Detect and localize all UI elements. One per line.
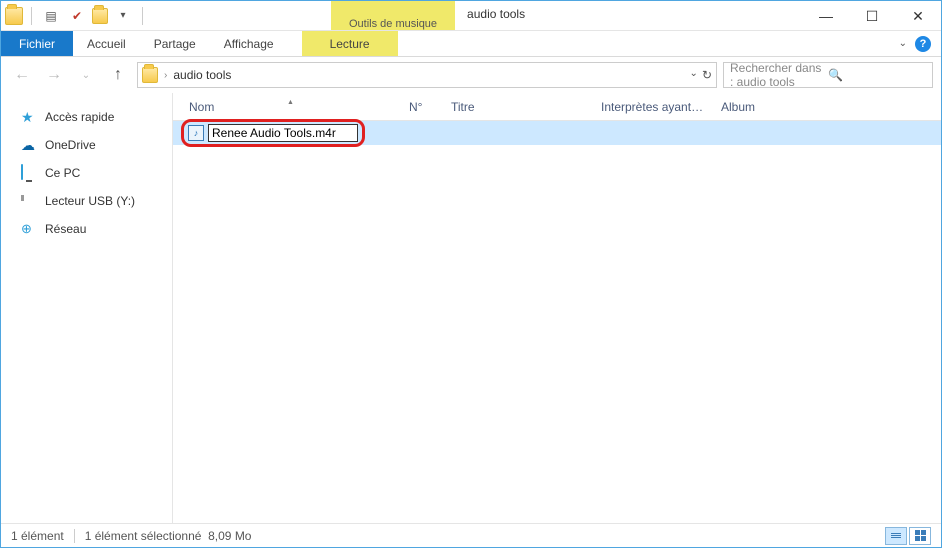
status-item-count: 1 élément (11, 529, 64, 543)
minimize-button[interactable]: — (803, 1, 849, 31)
titlebar: ▤ ✔ ▾ Outils de musique audio tools — ☐ … (1, 1, 941, 31)
tab-view[interactable]: Affichage (210, 31, 288, 56)
rename-input[interactable] (208, 124, 358, 142)
sidebar-item-onedrive[interactable]: ☁ OneDrive (1, 131, 172, 159)
file-list-pane: Nom ▲ N° Titre Interprètes ayant p... Al… (173, 93, 941, 523)
qat-newfolder-icon[interactable] (92, 8, 108, 24)
tab-play[interactable]: Lecture (302, 31, 398, 56)
app-folder-icon (5, 7, 23, 25)
qat-check-icon[interactable]: ✔ (66, 5, 88, 27)
qat-properties-icon[interactable]: ▤ (40, 5, 62, 27)
nav-recent-icon[interactable]: ⌄ (73, 62, 99, 88)
refresh-icon[interactable]: ↻ (702, 68, 712, 82)
navbar: ← → ⌄ ↑ › audio tools ⌄ ↻ Rechercher dan… (1, 57, 941, 93)
maximize-button[interactable]: ☐ (849, 1, 895, 31)
search-icon: 🔍 (828, 68, 926, 82)
nav-up-button[interactable]: ↑ (105, 62, 131, 88)
usb-icon (21, 193, 37, 209)
monitor-icon (21, 165, 37, 181)
qat-customize-icon[interactable]: ▾ (112, 5, 134, 27)
sidebar-item-label: Lecteur USB (Y:) (45, 194, 135, 208)
breadcrumb-sep-icon[interactable]: › (164, 70, 167, 81)
file-row[interactable]: ♪ (173, 121, 941, 145)
search-placeholder: Rechercher dans : audio tools (730, 61, 828, 89)
ribbon-tabs: Fichier Accueil Partage Affichage Lectur… (1, 31, 941, 57)
tab-share[interactable]: Partage (140, 31, 210, 56)
help-icon[interactable]: ? (915, 36, 931, 52)
contextual-tab-label: Outils de musique (331, 1, 455, 30)
status-bar: 1 élément 1 élément sélectionné 8,09 Mo (1, 523, 941, 547)
network-icon: ⊕ (21, 221, 37, 237)
column-header-title[interactable]: Titre (443, 100, 593, 114)
search-input[interactable]: Rechercher dans : audio tools 🔍 (723, 62, 933, 88)
sidebar-item-label: OneDrive (45, 138, 96, 152)
column-header-album[interactable]: Album (713, 100, 764, 114)
address-dropdown-icon[interactable]: ⌄ (690, 68, 698, 82)
nav-back-button[interactable]: ← (9, 62, 35, 88)
nav-forward-button[interactable]: → (41, 62, 67, 88)
tab-home[interactable]: Accueil (73, 31, 140, 56)
close-button[interactable]: ✕ (895, 1, 941, 31)
view-large-icons-button[interactable] (909, 527, 931, 545)
breadcrumb-item[interactable]: audio tools (173, 68, 231, 82)
status-selection: 1 élément sélectionné (85, 529, 202, 543)
column-header-number[interactable]: N° (401, 100, 443, 114)
sidebar-item-quick-access[interactable]: ★ Accès rapide (1, 103, 172, 131)
sidebar-item-label: Accès rapide (45, 110, 114, 124)
star-icon: ★ (21, 109, 37, 125)
sidebar-item-usb-drive[interactable]: Lecteur USB (Y:) (1, 187, 172, 215)
address-bar[interactable]: › audio tools ⌄ ↻ (137, 62, 717, 88)
status-size: 8,09 Mo (208, 529, 251, 543)
grid-icon (915, 530, 926, 541)
sort-asc-icon: ▲ (287, 99, 294, 106)
tab-file[interactable]: Fichier (1, 31, 73, 56)
list-icon (891, 533, 901, 538)
ribbon-expand-icon[interactable]: ⌄ (899, 38, 907, 49)
sidebar-item-this-pc[interactable]: Ce PC (1, 159, 172, 187)
navigation-pane: ★ Accès rapide ☁ OneDrive Ce PC Lecteur … (1, 93, 173, 523)
window-title: audio tools (455, 1, 803, 30)
column-header-artists[interactable]: Interprètes ayant p... (593, 100, 713, 114)
audio-file-icon: ♪ (188, 125, 204, 141)
annotation-highlight: ♪ (181, 119, 365, 147)
sidebar-item-network[interactable]: ⊕ Réseau (1, 215, 172, 243)
sidebar-item-label: Ce PC (45, 166, 80, 180)
cloud-icon: ☁ (21, 137, 37, 153)
column-headers: Nom ▲ N° Titre Interprètes ayant p... Al… (173, 93, 941, 121)
sidebar-item-label: Réseau (45, 222, 86, 236)
address-folder-icon (142, 67, 158, 83)
column-header-name[interactable]: Nom ▲ (181, 100, 401, 114)
view-details-button[interactable] (885, 527, 907, 545)
